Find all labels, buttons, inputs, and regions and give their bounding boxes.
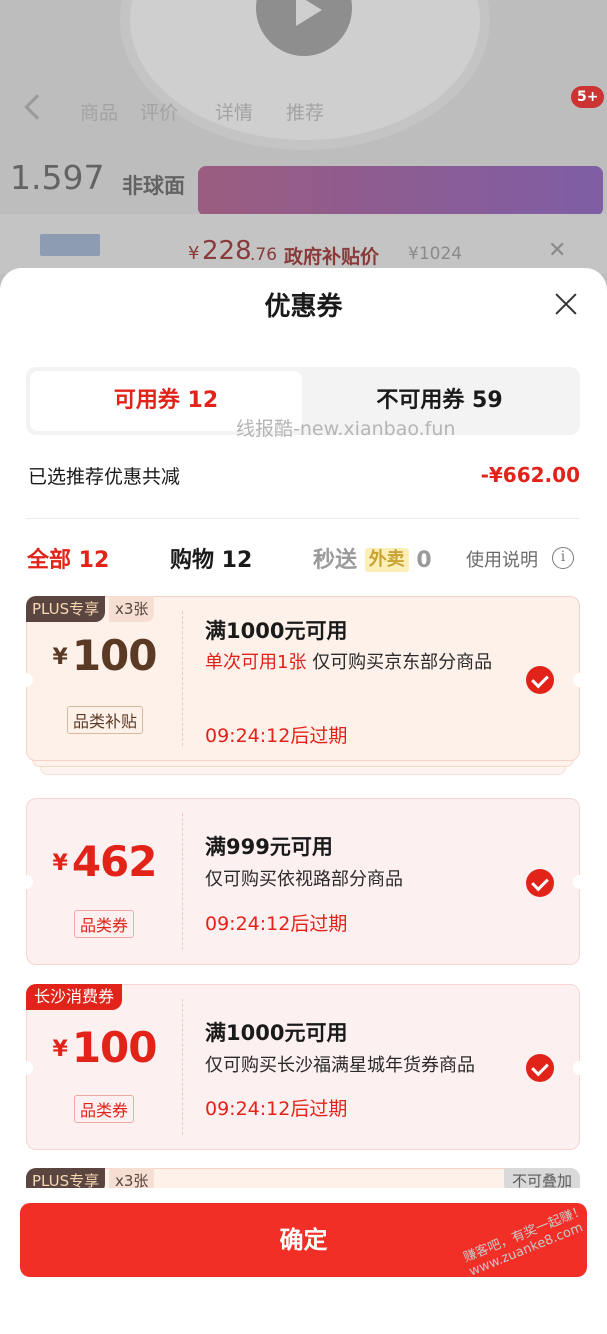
yen-symbol: ¥	[52, 645, 68, 670]
subsidy-price-integer: 228	[202, 236, 252, 266]
nav-tab-reviews: 评价	[140, 102, 179, 124]
coupon-category-tag: 品类补贴	[67, 706, 144, 734]
selected-check-icon[interactable]	[526, 1054, 554, 1082]
discount-summary-label: 已选推荐优惠共减	[28, 466, 181, 488]
usage-instructions-link[interactable]: 使用说明	[466, 546, 538, 572]
selected-check-icon[interactable]	[526, 666, 554, 694]
amount-value: 462	[71, 837, 158, 886]
coupon-stack-shadow	[40, 767, 566, 775]
changsha-voucher-badge: 长沙消费券	[26, 984, 123, 1010]
product-nav-bar: 商品 评价 详情 推荐	[0, 88, 607, 132]
site-watermark: 线报酷-new.xianbao.fun	[236, 418, 456, 440]
selected-check-icon[interactable]	[526, 869, 554, 897]
coupon-category-tag: 品类券	[74, 910, 135, 938]
nav-tab-details: 详情	[215, 102, 254, 124]
amount-value: 100	[71, 1023, 158, 1072]
coupon-limit: 单次可用1张	[205, 652, 307, 673]
divider	[26, 518, 580, 519]
background-product-page: 商品 评价 详情 推荐 5+ 1.597 非球面 ¥ 228 .76 政府补贴价…	[0, 0, 607, 300]
subsidy-label: 政府补贴价	[284, 246, 380, 268]
coupon-description: 单次可用1张 仅可购买京东部分商品	[205, 648, 523, 678]
coupon-amount: ¥462	[27, 837, 182, 886]
coupon-sheet: 优惠券 可用券 12 不可用券 59 线报酷-new.xianbao.fun 已…	[0, 268, 607, 1334]
subsidy-price-decimal: .76	[250, 245, 278, 265]
nav-tab-recommend: 推荐	[286, 102, 325, 124]
coupon-scope: 仅可购买长沙福满星城年货券商品	[205, 1055, 475, 1076]
coupon-amount: ¥100	[27, 631, 182, 680]
info-icon[interactable]: i	[552, 547, 574, 569]
close-icon[interactable]	[552, 290, 580, 318]
takeout-tag: 外卖	[364, 548, 409, 572]
coupon-threshold: 满999元可用	[205, 835, 333, 859]
close-icon: ✕	[548, 238, 567, 263]
coupon-card[interactable]: ¥462 品类券 满999元可用 仅可购买依视路部分商品 09:24:12后过期	[19, 798, 587, 965]
coupon-expiry: 09:24:12后过期	[205, 913, 348, 935]
nav-tab-product: 商品	[80, 102, 119, 124]
coupon-divider	[182, 999, 183, 1135]
coupon-card[interactable]: 长沙消费券 ¥100 品类券 满1000元可用 仅可购买长沙福满星城年货券商品 …	[19, 984, 587, 1150]
coupon-card[interactable]: PLUS专享 x3张 ¥100 品类补贴 满1000元可用 单次可用1张 仅可购…	[19, 596, 587, 761]
coupon-category-tag: 品类券	[74, 1095, 135, 1123]
coupon-divider	[182, 813, 183, 950]
coupon-threshold: 满1000元可用	[205, 619, 348, 643]
filter-flash-count: 0	[416, 548, 432, 573]
yen-symbol: ¥	[52, 851, 68, 876]
lens-index-value: 1.597	[10, 158, 105, 197]
discount-summary-value: -¥662.00	[480, 463, 580, 487]
ticket-notch	[19, 1061, 33, 1075]
coupon-expiry: 09:24:12后过期	[205, 1098, 348, 1120]
sheet-title: 优惠券	[264, 292, 343, 322]
lens-type-label: 非球面	[122, 174, 185, 198]
coupon-count-badge: x3张	[109, 596, 155, 622]
brand-logo	[40, 234, 100, 256]
amount-value: 100	[71, 631, 158, 680]
coupon-divider	[182, 611, 183, 746]
promo-banner	[198, 166, 603, 216]
ticket-notch	[573, 1061, 587, 1075]
cart-count-badge: 5+	[571, 86, 605, 108]
filter-all[interactable]: 全部 12	[27, 542, 109, 574]
ticket-notch	[573, 875, 587, 889]
original-price: ¥1024	[408, 244, 463, 264]
ticket-notch	[573, 673, 587, 687]
coupon-expiry: 09:24:12后过期	[205, 725, 348, 747]
coupon-threshold: 满1000元可用	[205, 1021, 348, 1045]
ticket-notch	[19, 673, 33, 687]
back-arrow-icon	[24, 94, 50, 120]
plus-exclusive-badge: PLUS专享	[26, 596, 106, 622]
filter-shopping[interactable]: 购物 12	[170, 542, 252, 574]
coupon-scope: 仅可购买依视路部分商品	[205, 869, 403, 890]
ticket-notch	[19, 875, 33, 889]
filter-flash-label: 秒送	[313, 548, 358, 573]
coupon-amount: ¥100	[27, 1023, 182, 1072]
yen-symbol: ¥	[52, 1037, 68, 1062]
subsidy-price-yen: ¥	[188, 243, 200, 264]
coupon-scope: 仅可购买京东部分商品	[312, 652, 493, 673]
filter-flash-delivery[interactable]: 秒送 外卖 0	[313, 542, 432, 574]
